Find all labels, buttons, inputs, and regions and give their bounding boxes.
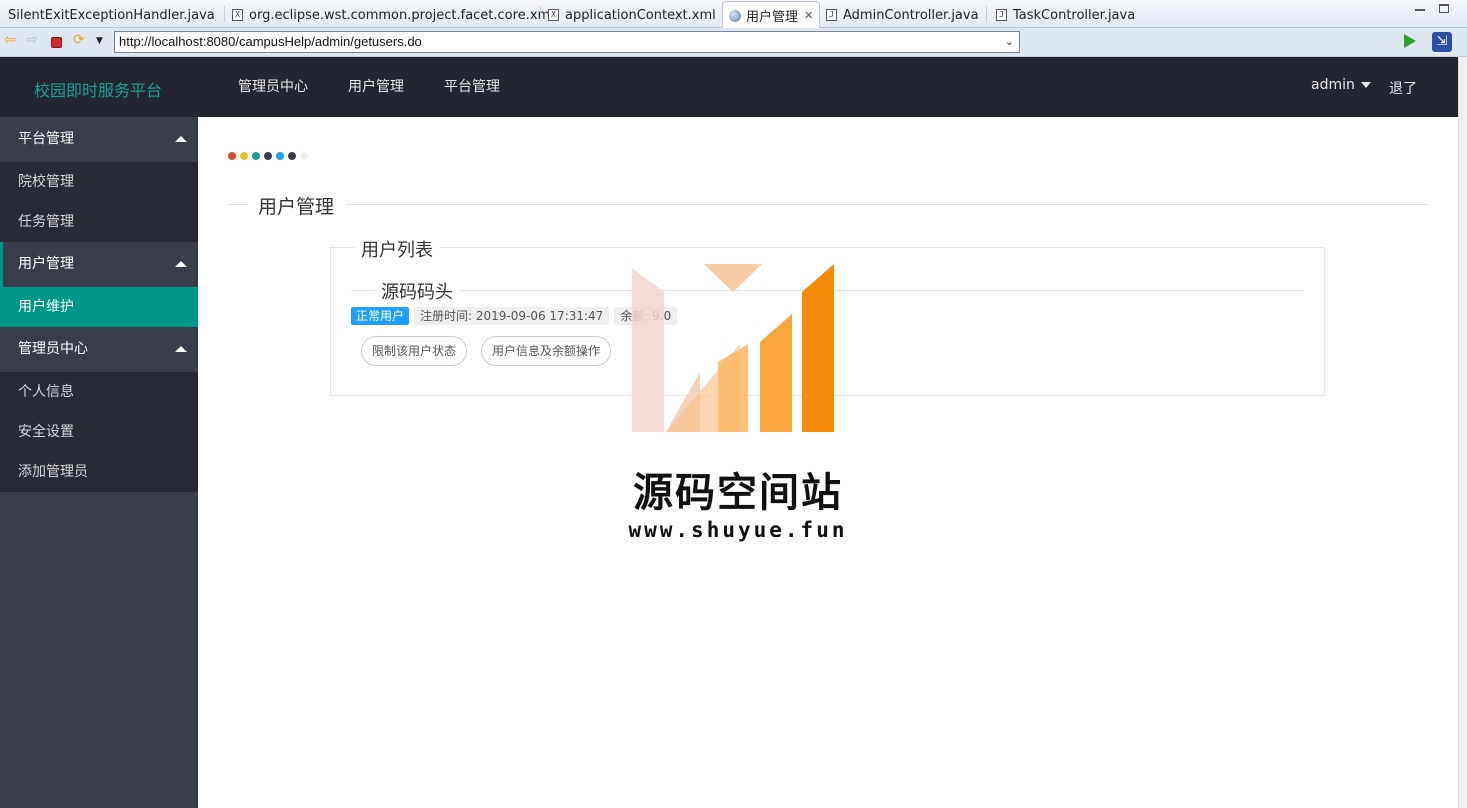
watermark-title: 源码空间站 (633, 470, 843, 516)
ide-tab-label: 用户管理 (746, 10, 799, 25)
caret-down-icon (1360, 82, 1371, 88)
color-dots (228, 152, 308, 160)
caret-up-icon (175, 261, 187, 267)
username: admin (1311, 77, 1355, 93)
restrict-user-button[interactable]: 限制该用户状态 (361, 336, 468, 366)
watermark-url: www.shuyue.fun (628, 518, 848, 542)
color-dot (276, 152, 284, 160)
tab-admin-controller[interactable]: J AdminController.java (822, 2, 979, 28)
color-dot (240, 152, 248, 160)
tab-silent-exit-handler[interactable]: SilentExitExceptionHandler.java (4, 2, 215, 28)
brand-logo-text[interactable]: 校园即时服务平台 (34, 77, 162, 101)
globe-icon (729, 9, 741, 22)
panel-legend: 用户列表 (355, 236, 439, 262)
forward-arrow-icon[interactable]: ⇨ (26, 32, 40, 48)
minimize-icon[interactable] (1415, 9, 1425, 11)
go-play-icon[interactable] (1404, 34, 1416, 48)
sidebar-item-security[interactable]: 安全设置 (0, 412, 198, 452)
sidebar-group-users[interactable]: 用户管理 (0, 242, 198, 287)
sidebar-submenu: 院校管理 任务管理 (0, 162, 198, 242)
page-scrollbar-gutter[interactable] (1458, 57, 1467, 808)
editor-tab-strip: SilentExitExceptionHandler.java X org.ec… (0, 0, 1467, 29)
sidebar-group-admin-center[interactable]: 管理员中心 (0, 327, 198, 372)
xml-file-icon: X (232, 9, 243, 21)
tab-separator (224, 6, 225, 22)
divider (346, 204, 1428, 205)
sidebar-group-platform[interactable]: 平台管理 (0, 117, 198, 162)
tab-application-context[interactable]: X applicationContext.xml (544, 2, 716, 28)
color-dot (264, 152, 272, 160)
ide-tab-label: TaskController.java (1013, 7, 1136, 23)
java-file-icon: J (996, 9, 1007, 21)
external-browser-icon[interactable]: ⇲ (1432, 32, 1452, 52)
xml-file-icon: X (548, 9, 559, 21)
register-time-tag: 注册时间: 2019-09-06 17:31:47 (414, 307, 610, 325)
ide-tab-label: org.eclipse.wst.common.project.facet.cor… (249, 7, 554, 23)
tab-facet-core-xml[interactable]: X org.eclipse.wst.common.project.facet.c… (228, 2, 554, 28)
page-title: 用户管理 (258, 192, 335, 219)
java-file-icon: J (826, 9, 837, 21)
sidebar-item-add-admin[interactable]: 添加管理员 (0, 452, 198, 492)
sidebar-group-label: 用户管理 (18, 256, 74, 272)
nav-admin-center[interactable]: 管理员中心 (218, 57, 328, 117)
status-badge: 正常用户 (351, 307, 410, 325)
user-actions: 限制该用户状态 用户信息及余额操作 (361, 336, 612, 366)
refresh-icon[interactable]: ⟳ (73, 32, 87, 48)
sidebar-group-label: 管理员中心 (18, 341, 88, 357)
sidebar-group-label: 平台管理 (18, 131, 74, 147)
tab-separator (540, 6, 541, 22)
app-header: 校园即时服务平台 管理员中心 用户管理 平台管理 admin 退了 (0, 57, 1458, 117)
tab-task-controller[interactable]: J TaskController.java (992, 2, 1135, 28)
nav-user-management[interactable]: 用户管理 (328, 57, 424, 117)
user-balance-button[interactable]: 用户信息及余额操作 (481, 336, 612, 366)
sidebar: 平台管理 院校管理 任务管理 用户管理 用户维护 管理员中心 个人信息 安全设置… (0, 117, 198, 808)
tab-separator (986, 6, 987, 22)
close-icon[interactable]: ✕ (804, 9, 813, 22)
user-name: 源码码头 (375, 278, 459, 304)
ide-tab-label: applicationContext.xml (565, 7, 716, 23)
window-controls (1415, 4, 1449, 13)
url-input[interactable]: http://localhost:8080/campusHelp/admin/g… (114, 31, 1020, 53)
color-dot (300, 152, 308, 160)
sidebar-item-user-maintenance[interactable]: 用户维护 (0, 287, 198, 327)
ide-tab-label: SilentExitExceptionHandler.java (8, 7, 215, 23)
user-menu[interactable]: admin (1311, 77, 1371, 93)
color-dot (288, 152, 296, 160)
browser-toolbar: ⇦ ⇨ ⟳ ▼ http://localhost:8080/campusHelp… (0, 28, 1467, 57)
nav-platform-management[interactable]: 平台管理 (424, 57, 520, 117)
stop-icon[interactable] (51, 37, 62, 48)
caret-up-icon (175, 136, 187, 142)
sidebar-item-tasks[interactable]: 任务管理 (0, 202, 198, 242)
caret-up-icon (175, 346, 187, 352)
section-title: 用户管理 (228, 192, 1428, 219)
sidebar-item-schools[interactable]: 院校管理 (0, 162, 198, 202)
sidebar-item-profile[interactable]: 个人信息 (0, 372, 198, 412)
top-nav: 管理员中心 用户管理 平台管理 (218, 57, 520, 117)
sidebar-submenu: 个人信息 安全设置 添加管理员 (0, 372, 198, 492)
ide-tab-label: AdminController.java (843, 7, 979, 23)
logout-link[interactable]: 退了 (1389, 78, 1417, 98)
chevron-down-icon[interactable]: ▼ (96, 36, 110, 50)
sidebar-submenu: 用户维护 (0, 287, 198, 327)
maximize-icon[interactable] (1439, 4, 1449, 13)
watermark-logo-icon (632, 264, 834, 432)
color-dot (252, 152, 260, 160)
watermark: 源码空间站 www.shuyue.fun (620, 262, 856, 552)
tab-user-management[interactable]: 用户管理 ✕ (722, 1, 821, 29)
back-arrow-icon[interactable]: ⇦ (4, 32, 18, 48)
chevron-down-icon[interactable]: ⌄ (1005, 32, 1014, 52)
divider (228, 204, 248, 205)
color-dot (228, 152, 236, 160)
url-text: http://localhost:8080/campusHelp/admin/g… (119, 34, 422, 49)
